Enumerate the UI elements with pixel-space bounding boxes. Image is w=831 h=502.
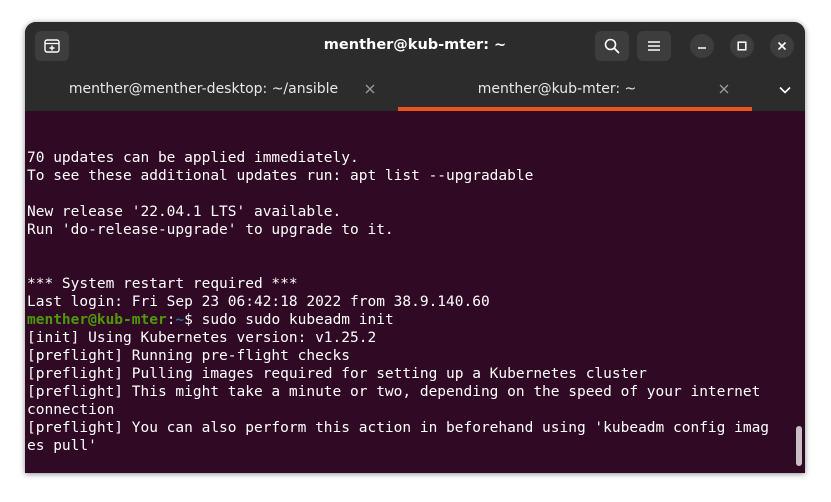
maximize-button[interactable] xyxy=(730,34,754,58)
menu-button[interactable] xyxy=(637,31,671,61)
tab-ansible[interactable]: menther@menther-desktop: ~/ansible xyxy=(45,69,398,111)
tab-label: menther@menther-desktop: ~/ansible xyxy=(68,81,339,97)
tab-bar: menther@menther-desktop: ~/ansible menth… xyxy=(25,69,805,111)
terminal-line: 70 updates can be applied immediately. xyxy=(27,150,359,166)
terminal-line: [preflight] Pulling images required for … xyxy=(27,366,647,382)
terminal-line: connection xyxy=(27,402,115,418)
terminal-line: [preflight] Running pre-flight checks xyxy=(27,348,351,364)
tab-close-button[interactable] xyxy=(718,83,730,95)
tab-list-dropdown[interactable] xyxy=(777,82,793,98)
window-title: menther@kub-mter: ~ xyxy=(323,37,507,53)
prompt-symbol: $ xyxy=(184,312,193,328)
minimize-icon xyxy=(698,47,706,49)
terminal-line: Run 'do-release-upgrade' to upgrade to i… xyxy=(27,222,394,238)
new-tab-icon xyxy=(44,39,60,53)
minimize-button[interactable] xyxy=(690,34,714,58)
close-icon xyxy=(719,84,729,94)
terminal-line: [init] Using Kubernetes version: v1.25.2 xyxy=(27,330,377,346)
terminal-scrollbar[interactable] xyxy=(796,426,802,466)
tab-label: menther@kub-mter: ~ xyxy=(477,81,637,97)
terminal-line: es pull' xyxy=(27,438,97,454)
prompt-line: menther@kub-mter:~$ sudo sudo kubeadm in… xyxy=(27,312,394,328)
terminal-line: To see these additional updates run: apt… xyxy=(27,168,534,184)
terminal-line: [preflight] You can also perform this ac… xyxy=(27,420,770,436)
tab-kub-mter[interactable]: menther@kub-mter: ~ xyxy=(398,69,752,111)
close-button[interactable] xyxy=(770,34,794,58)
tab-close-button[interactable] xyxy=(364,83,376,95)
prompt-command: sudo sudo kubeadm init xyxy=(192,312,394,328)
new-tab-button[interactable] xyxy=(35,31,69,61)
chevron-down-icon xyxy=(779,86,791,94)
terminal-output[interactable]: 70 updates can be applied immediately. T… xyxy=(25,111,805,473)
hamburger-menu-icon xyxy=(648,41,660,51)
search-icon xyxy=(604,38,620,54)
prompt-path: ~ xyxy=(175,312,185,328)
terminal-line: New release '22.04.1 LTS' available. xyxy=(27,204,342,220)
header-bar: menther@kub-mter: ~ xyxy=(25,22,805,69)
terminal-window: menther@kub-mter: ~ menther@menther-desk… xyxy=(25,22,805,473)
prompt-user-host: menther@kub-mter xyxy=(27,312,167,328)
close-icon xyxy=(365,84,375,94)
terminal-line: [preflight] This might take a minute or … xyxy=(27,384,761,400)
terminal-text: 70 updates can be applied immediately. T… xyxy=(27,149,769,455)
search-button[interactable] xyxy=(595,31,629,61)
terminal-line: Last login: Fri Sep 23 06:42:18 2022 fro… xyxy=(27,294,490,310)
terminal-line: *** System restart required *** xyxy=(27,276,298,292)
maximize-icon xyxy=(737,41,747,51)
close-icon xyxy=(777,41,787,51)
